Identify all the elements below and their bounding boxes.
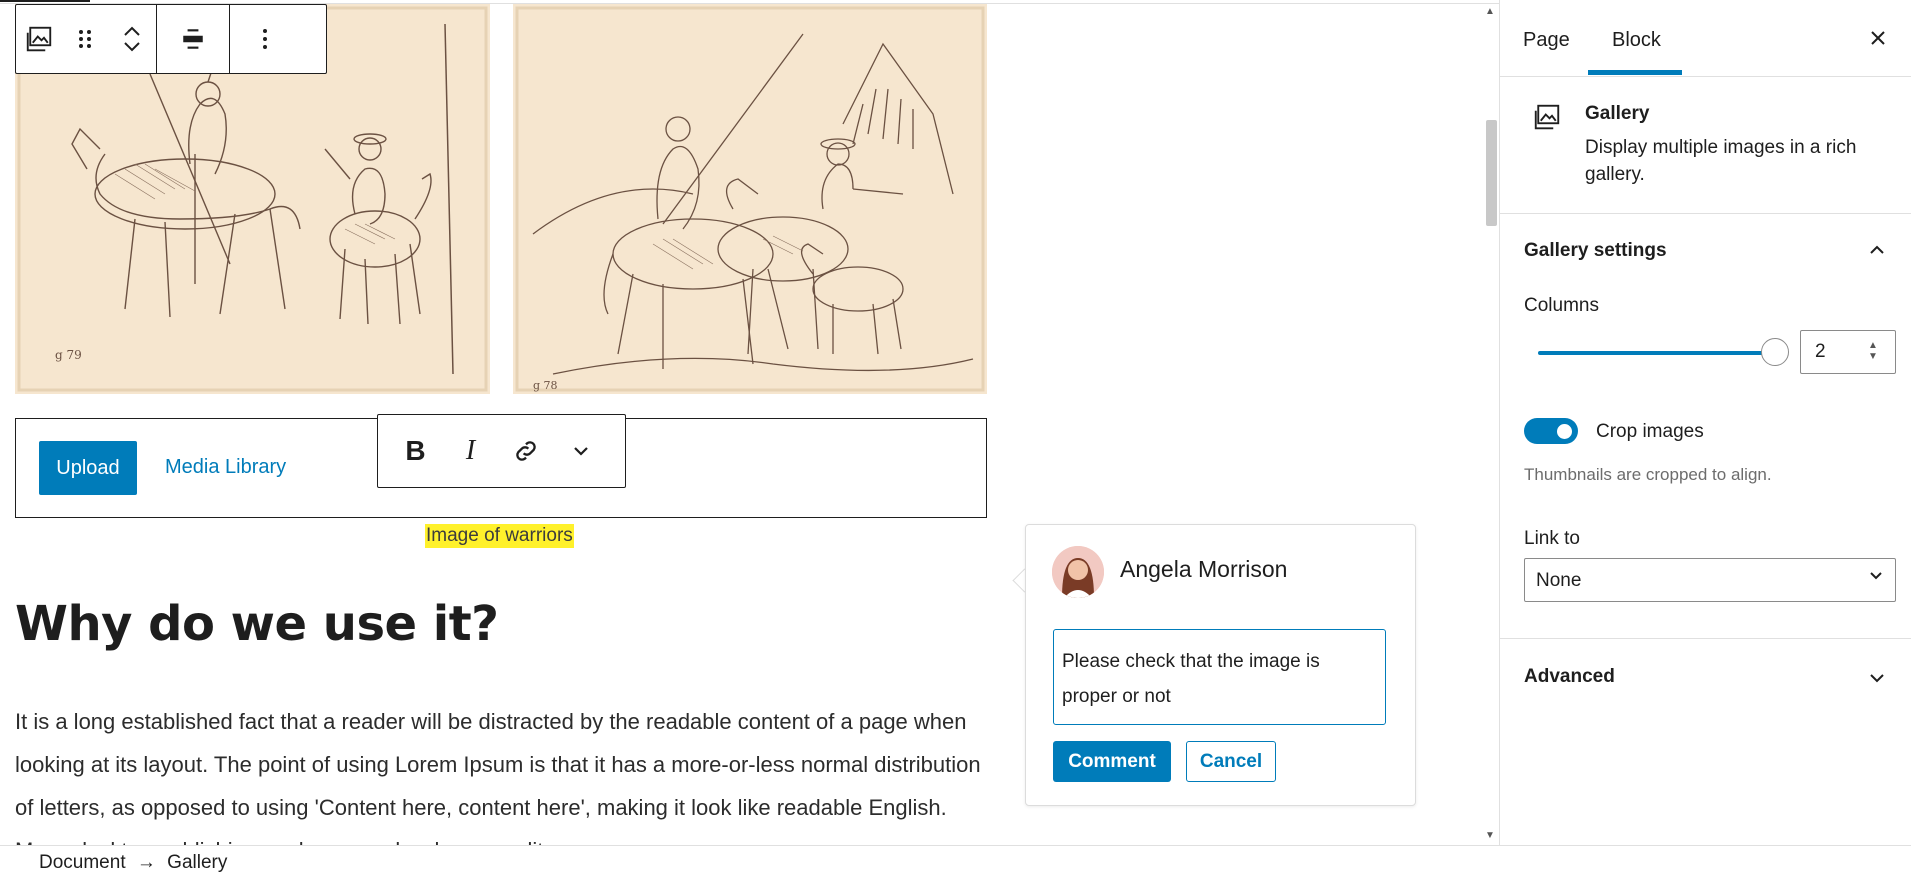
breadcrumb: Document → Gallery — [39, 852, 227, 874]
comment-cancel-button[interactable]: Cancel — [1186, 741, 1276, 782]
breadcrumb-document[interactable]: Document — [39, 852, 126, 873]
number-stepper-icon[interactable]: ▲ ▼ — [1868, 340, 1878, 362]
breadcrumb-separator: → — [136, 852, 156, 873]
link-icon[interactable] — [498, 415, 553, 487]
comment-author: Angela Morrison — [1120, 556, 1288, 582]
block-description: Display multiple images in a rich galler… — [1585, 137, 1857, 185]
block-name: Gallery — [1585, 103, 1650, 124]
scroll-up-icon[interactable]: ▲ — [1485, 6, 1495, 17]
block-toolbar-group-align — [157, 5, 230, 73]
tab-page[interactable]: Page — [1523, 29, 1570, 52]
content-heading[interactable]: Why do we use it? — [15, 596, 499, 652]
align-icon[interactable] — [157, 5, 229, 73]
breadcrumb-gallery[interactable]: Gallery — [167, 852, 227, 873]
link-to-select[interactable]: None — [1524, 558, 1896, 602]
tab-block[interactable]: Block — [1612, 29, 1661, 52]
block-toolbar-group-more — [230, 5, 300, 73]
top-progress-mark — [0, 0, 90, 2]
gallery-caption[interactable]: Image of warriors — [425, 524, 574, 548]
drag-handle-icon[interactable] — [62, 5, 108, 73]
media-library-button[interactable]: Media Library — [165, 456, 286, 479]
link-to-label: Link to — [1524, 528, 1580, 549]
crop-help-text: Thumbnails are cropped to align. — [1524, 465, 1772, 484]
chevron-down-icon[interactable] — [1868, 568, 1884, 586]
italic-icon[interactable]: I — [443, 415, 498, 487]
toggle-knob — [1557, 424, 1572, 439]
scroll-down-icon[interactable]: ▼ — [1485, 830, 1495, 841]
move-up-icon[interactable] — [121, 23, 143, 39]
advanced-panel-title[interactable]: Advanced — [1524, 666, 1615, 688]
bold-icon[interactable]: B — [388, 415, 443, 487]
comment-text-field[interactable]: Please check that the image is proper or… — [1053, 629, 1386, 725]
more-options-icon[interactable] — [230, 5, 300, 73]
crop-images-label: Crop images — [1596, 421, 1704, 442]
svg-text:g 79: g 79 — [55, 348, 82, 362]
upload-button[interactable]: Upload — [39, 441, 137, 495]
chevron-down-icon[interactable] — [1868, 668, 1886, 689]
gallery-block-icon — [1532, 102, 1562, 137]
active-tab-indicator — [1588, 70, 1682, 75]
format-toolbar: B I — [377, 414, 626, 488]
move-down-icon[interactable] — [121, 39, 143, 55]
gallery-settings-title[interactable]: Gallery settings — [1524, 240, 1667, 262]
move-controls — [108, 5, 156, 73]
divider — [1500, 213, 1911, 214]
editor-footer — [0, 845, 1911, 880]
svg-text:g 78: g 78 — [533, 379, 558, 392]
gallery-icon[interactable] — [16, 5, 62, 73]
columns-slider-thumb[interactable] — [1761, 338, 1789, 366]
sketch-riders-2: g 78 — [513, 4, 987, 394]
columns-label: Columns — [1524, 295, 1599, 316]
block-toolbar-group-main — [16, 5, 157, 73]
divider — [1500, 638, 1911, 639]
scrollbar-thumb[interactable] — [1486, 120, 1497, 226]
gallery-image-2[interactable]: g 78 — [513, 4, 987, 394]
chevron-up-icon[interactable] — [1868, 240, 1886, 261]
comment-submit-button[interactable]: Comment — [1053, 741, 1171, 782]
close-icon[interactable] — [1868, 24, 1888, 55]
avatar — [1052, 546, 1104, 598]
more-chevron-icon[interactable] — [553, 415, 608, 487]
columns-slider-track[interactable] — [1538, 351, 1778, 355]
columns-number-input[interactable]: 2 — [1800, 330, 1896, 374]
block-toolbar — [15, 4, 327, 74]
